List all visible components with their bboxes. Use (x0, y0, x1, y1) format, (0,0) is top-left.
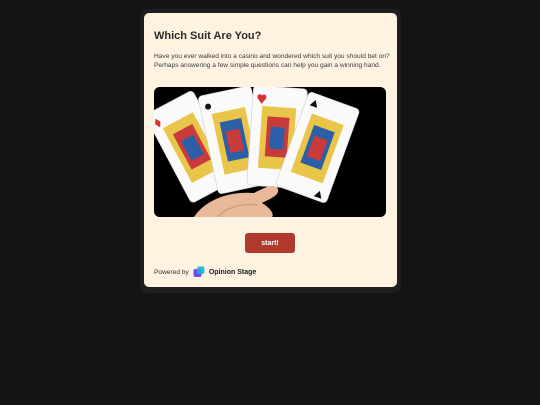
powered-by: Powered by Opinion Stage (154, 266, 256, 278)
quiz-cover-image (154, 87, 386, 217)
powered-by-label: Powered by (154, 268, 189, 276)
start-button[interactable]: start! (245, 233, 295, 253)
quiz-description: Have you ever walked into a casino and w… (154, 53, 390, 69)
opinion-stage-logo-icon[interactable] (193, 266, 205, 278)
brand-name[interactable]: Opinion Stage (209, 269, 256, 276)
quiz-title: Which Suit Are You? (154, 30, 262, 42)
quiz-card: Which Suit Are You? Have you ever walked… (144, 13, 397, 287)
